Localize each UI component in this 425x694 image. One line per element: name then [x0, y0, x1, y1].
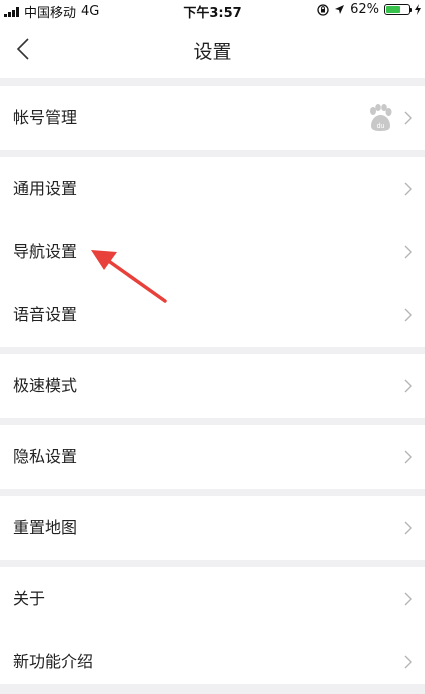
- battery-percent: 62%: [350, 2, 379, 17]
- menu-item-about[interactable]: 关于: [0, 567, 425, 631]
- baidu-paw-icon: du: [370, 104, 392, 131]
- chevron-right-icon: [404, 655, 412, 669]
- chevron-right-icon: [404, 521, 412, 535]
- battery-fill: [386, 6, 400, 13]
- chevron-right-icon: [404, 308, 412, 322]
- menu-item-general[interactable]: 通用设置: [0, 157, 425, 221]
- chevron-right-icon: [404, 182, 412, 196]
- svg-text:du: du: [377, 123, 385, 130]
- menu-item-label: 帐号管理: [13, 108, 78, 127]
- menu-item-account[interactable]: 帐号管理 du: [0, 86, 425, 150]
- menu-item-privacy[interactable]: 隐私设置: [0, 425, 425, 489]
- status-right: 62%: [317, 2, 421, 17]
- chevron-right-icon: [404, 592, 412, 606]
- rotation-lock-icon: [317, 3, 329, 16]
- chevron-right-icon: [404, 245, 412, 259]
- page-title: 设置: [193, 41, 232, 63]
- menu-item-label: 语音设置: [13, 305, 78, 324]
- chevron-right-icon: [404, 111, 412, 125]
- menu-item-new-features[interactable]: 新功能介绍: [0, 630, 425, 684]
- chevron-right-icon: [404, 450, 412, 464]
- nav-bar: 设置: [0, 20, 425, 78]
- menu-item-label: 重置地图: [13, 518, 78, 537]
- menu-item-label: 新功能介绍: [13, 652, 94, 671]
- menu-item-navigation[interactable]: 导航设置: [0, 220, 425, 284]
- location-icon: [335, 5, 345, 14]
- menu-item-label: 关于: [13, 589, 46, 608]
- menu-item-label: 导航设置: [13, 242, 78, 261]
- menu-item-label: 隐私设置: [13, 447, 78, 466]
- menu-item-speed-mode[interactable]: 极速模式: [0, 354, 425, 418]
- battery-icon: [384, 4, 412, 15]
- charging-icon: [415, 4, 421, 15]
- menu-item-label: 通用设置: [13, 179, 78, 198]
- status-bar: 中国移动 4G 下午3:57 62%: [0, 0, 425, 21]
- menu-item-reset-map[interactable]: 重置地图: [0, 496, 425, 560]
- menu-item-label: 极速模式: [13, 376, 78, 395]
- menu-item-voice[interactable]: 语音设置: [0, 283, 425, 347]
- chevron-right-icon: [404, 379, 412, 393]
